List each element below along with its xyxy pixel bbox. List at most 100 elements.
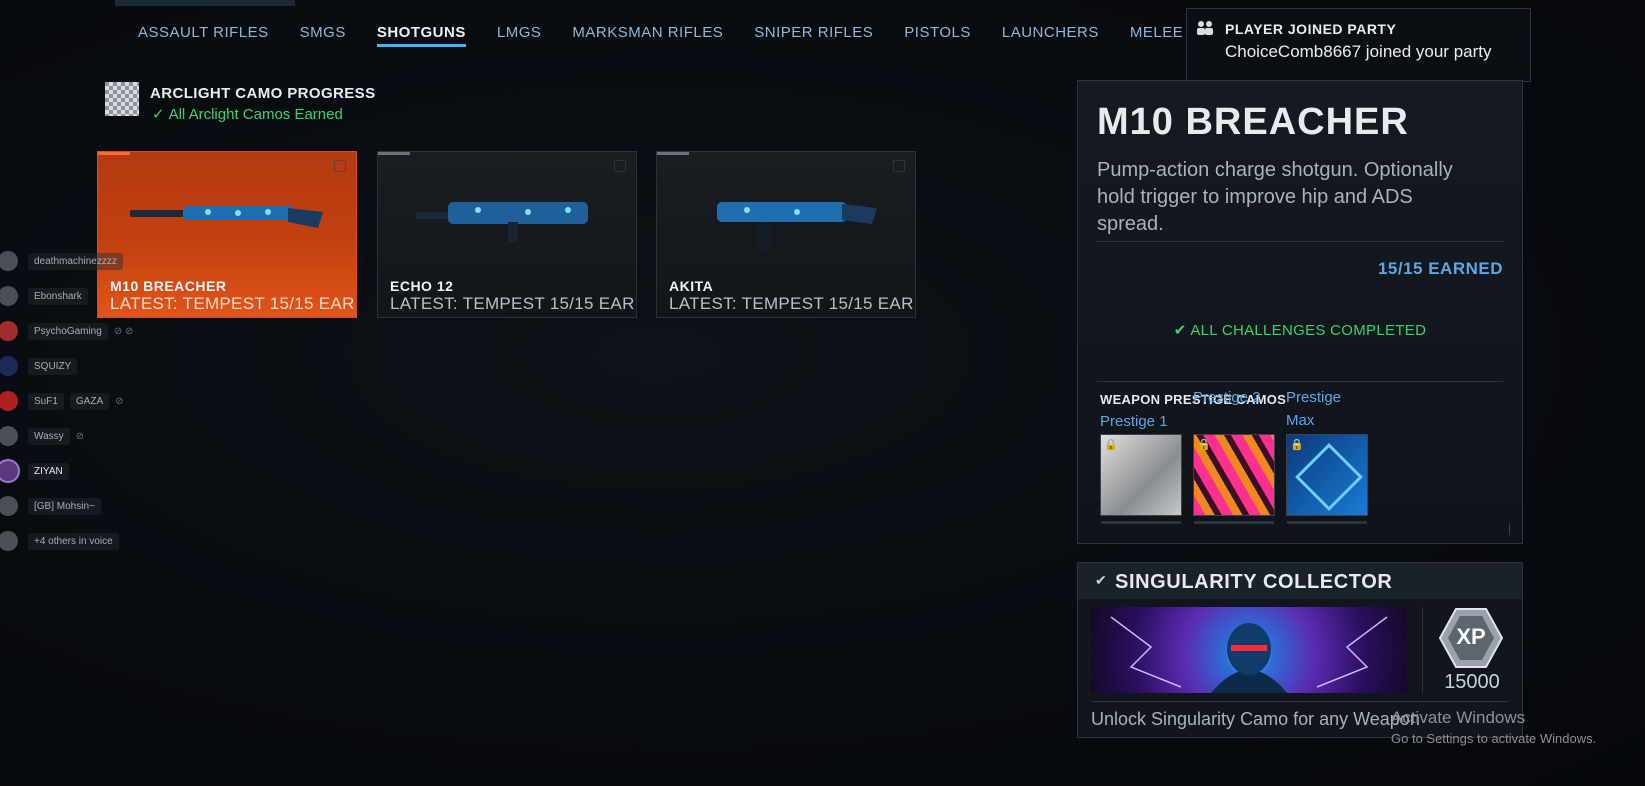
avatar — [0, 461, 18, 481]
weapon-latest-camo: LATEST: TEMPEST 15/15 EARNED — [390, 294, 636, 313]
party-member[interactable]: deathmachinezzzz — [0, 248, 123, 274]
divider — [1091, 701, 1509, 702]
xp-label: XP — [1456, 624, 1486, 649]
party-member-name: SuF1 — [28, 392, 64, 410]
prestige-label-1: Prestige 1 — [1100, 413, 1168, 430]
weapon-card-echo-12[interactable]: ECHO 12 LATEST: TEMPEST 15/15 EARNED — [377, 151, 637, 318]
activate-windows-subtitle: Go to Settings to activate Windows. — [1391, 731, 1597, 746]
card-corner-icon — [614, 160, 626, 172]
party-member-tag: GAZA — [69, 392, 110, 410]
party-member-name: ZIYAN — [28, 462, 69, 480]
avatar — [0, 496, 18, 516]
weapon-latest-camo: LATEST: TEMPEST 15/15 EARNED — [110, 294, 356, 313]
tab-marksman-rifles[interactable]: MARKSMAN RIFLES — [572, 24, 723, 47]
party-member[interactable]: +4 others in voice — [0, 528, 119, 554]
resize-corner-icon — [1509, 523, 1514, 535]
xp-badge-icon: XP — [1438, 607, 1504, 669]
party-member-name: Wassy — [28, 427, 70, 445]
party-member[interactable]: Wassy ⊘ — [0, 423, 84, 449]
party-icon — [1195, 19, 1217, 37]
weapon-card-akita[interactable]: AKITA LATEST: TEMPEST 15/15 EARNED — [656, 151, 916, 318]
xp-reward-value: 15000 — [1444, 671, 1500, 693]
detail-description: Pump-action charge shotgun. Optionally h… — [1097, 159, 1453, 235]
all-challenges-text: ALL CHALLENGES COMPLETED — [1190, 322, 1427, 339]
prestige-camo-1[interactable]: 🔒 — [1100, 434, 1182, 524]
weapon-detail-panel: M10 BREACHER Pump-action charge shotgun.… — [1077, 80, 1523, 544]
avatar — [0, 531, 18, 551]
avatar — [0, 321, 18, 341]
windows-activation-watermark: Activate Windows Go to Settings to activ… — [1391, 708, 1596, 746]
tab-assault-rifles[interactable]: ASSAULT RIFLES — [138, 24, 269, 47]
avatar — [0, 286, 18, 306]
detail-earned-count: 15/15 EARNED — [1377, 259, 1503, 278]
prestige-camo-2[interactable]: 🔒 — [1193, 434, 1275, 524]
weapon-name: ECHO 12 — [390, 278, 454, 294]
divider — [1422, 607, 1423, 693]
avatar — [0, 391, 18, 411]
all-challenges-status: ✔ ALL CHALLENGES COMPLETED — [1078, 321, 1522, 339]
card-corner-icon — [334, 160, 346, 172]
check-icon: ✓ — [152, 106, 165, 123]
arclight-status-text: All Arclight Camos Earned — [168, 106, 343, 123]
camo-progress-bar — [1287, 521, 1367, 524]
party-member[interactable]: Ebonshark — [0, 283, 88, 309]
muted-mic-icon: ⊘ — [115, 395, 124, 407]
arclight-status: ✓ All Arclight Camos Earned — [152, 105, 343, 123]
notification-message: ChoiceComb8667 joined your party — [1225, 42, 1492, 61]
party-member[interactable]: SQUIZY — [0, 353, 78, 379]
weapon-name: M10 BREACHER — [110, 278, 227, 294]
prestige-camo-max[interactable]: 🔒 — [1286, 434, 1368, 524]
check-icon: ✔ — [1173, 322, 1191, 339]
game-logo — [115, 0, 295, 6]
card-corner-icon — [893, 160, 905, 172]
lock-icon: 🔒 — [1104, 439, 1118, 451]
shotgun-image — [416, 202, 588, 242]
avatar — [0, 251, 18, 271]
arclight-camo-icon — [105, 82, 139, 116]
party-notification[interactable]: PLAYER JOINED PARTY ChoiceComb8667 joine… — [1186, 8, 1531, 82]
weapon-latest-camo: LATEST: TEMPEST 15/15 EARNED — [669, 294, 915, 313]
party-member-name: deathmachinezzzz — [28, 252, 123, 270]
party-member[interactable]: SuF1 GAZA ⊘ — [0, 388, 124, 414]
prestige-label-max: Prestige Max — [1286, 389, 1342, 429]
tab-sniper-rifles[interactable]: SNIPER RIFLES — [754, 24, 873, 47]
muted-mic-icon: ⊘ ⊘ — [113, 325, 134, 337]
shotgun-image — [717, 202, 877, 252]
camo-progress-bar — [1194, 521, 1274, 524]
shotgun-image — [130, 206, 323, 228]
tab-pistols[interactable]: PISTOLS — [904, 24, 971, 47]
card-progress-bar — [98, 152, 130, 155]
prestige-label-2: Prestige 2 — [1193, 389, 1261, 406]
divider — [1097, 241, 1503, 242]
arclight-progress-title: ARCLIGHT CAMO PROGRESS — [150, 85, 376, 102]
lock-icon: 🔒 — [1290, 439, 1304, 451]
weapon-name: AKITA — [669, 278, 714, 294]
tab-lmgs[interactable]: LMGS — [497, 24, 542, 47]
activate-windows-title: Activate Windows — [1391, 708, 1526, 727]
party-member-name: SQUIZY — [28, 357, 78, 375]
check-icon: ✔ — [1095, 572, 1107, 588]
party-member-name: PsychoGaming — [28, 322, 108, 340]
weapon-card-m10-breacher[interactable]: M10 BREACHER LATEST: TEMPEST 15/15 EARNE… — [97, 151, 357, 318]
detail-weapon-name: M10 BREACHER — [1097, 101, 1409, 143]
party-member-name: Ebonshark — [28, 287, 88, 305]
party-member-name: [GB] Mohsin~ — [28, 497, 101, 515]
party-member[interactable]: ZIYAN — [0, 458, 69, 484]
tab-shotguns[interactable]: SHOTGUNS — [376, 24, 466, 47]
party-member[interactable]: PsychoGaming ⊘ ⊘ — [0, 318, 133, 344]
weapon-category-tabs: ASSAULT RIFLES SMGS SHOTGUNS LMGS MARKSM… — [138, 24, 1214, 47]
singularity-unlock-text: Unlock Singularity Camo for any Weapon — [1091, 709, 1420, 729]
party-member[interactable]: [GB] Mohsin~ — [0, 493, 101, 519]
notification-title: PLAYER JOINED PARTY — [1225, 21, 1397, 37]
muted-mic-icon: ⊘ — [75, 430, 85, 442]
tab-smgs[interactable]: SMGS — [300, 24, 346, 47]
camo-progress-bar — [1101, 521, 1181, 524]
divider — [1097, 381, 1503, 382]
card-progress-bar — [378, 152, 410, 155]
singularity-banner-image — [1091, 607, 1407, 693]
tab-launchers[interactable]: LAUNCHERS — [1002, 24, 1099, 47]
avatar — [0, 356, 18, 376]
singularity-title: SINGULARITY COLLECTOR — [1115, 571, 1393, 593]
lock-icon: 🔒 — [1197, 439, 1211, 451]
tab-melee[interactable]: MELEE — [1130, 24, 1183, 47]
